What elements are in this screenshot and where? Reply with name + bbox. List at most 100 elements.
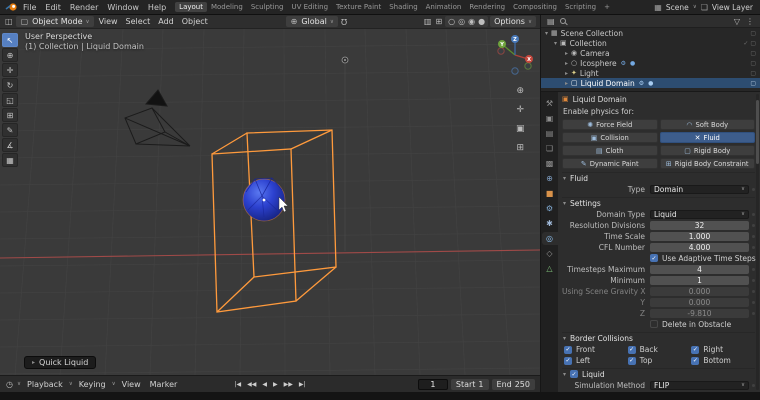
scale-tool[interactable]: ◱ xyxy=(2,93,18,107)
zoom-icon[interactable]: ⊕ xyxy=(516,86,524,96)
scrollbar-thumb[interactable] xyxy=(756,100,759,164)
menu-edit[interactable]: Edit xyxy=(41,3,65,12)
rigid-body-button[interactable]: ▢ Rigid Body xyxy=(659,145,755,156)
tab-modifiers[interactable]: ⚙ xyxy=(542,202,558,215)
transform-orientation-dropdown[interactable]: ⊕ Global ∨ xyxy=(285,16,338,27)
menu-view[interactable]: View xyxy=(96,17,121,26)
animate-dot[interactable] xyxy=(752,212,755,216)
time-scale-field[interactable]: 1.000 xyxy=(650,231,749,241)
tab-layout[interactable]: Layout xyxy=(175,2,207,12)
force-field-button[interactable]: ✺ Force Field xyxy=(562,119,658,130)
options-dropdown[interactable]: Options ∨ xyxy=(490,16,537,27)
tab-view-layer[interactable]: ❏ xyxy=(542,142,558,155)
properties-scrollbar[interactable] xyxy=(756,94,759,390)
delete-in-obstacle-checkbox[interactable] xyxy=(650,320,658,328)
tab-sculpting[interactable]: Sculpting xyxy=(247,2,288,12)
operator-panel[interactable]: ▸ Quick Liquid xyxy=(24,356,97,369)
rendered-shading-icon[interactable]: ● xyxy=(478,17,485,26)
outliner-row-icosphere[interactable]: ▸ ○ Icosphere ⚙ ● ▢ xyxy=(541,58,760,68)
tab-particles[interactable]: ✱ xyxy=(542,217,558,230)
tab-shading[interactable]: Shading xyxy=(385,2,421,12)
row-toggles[interactable]: ✓ ▢ xyxy=(743,40,756,47)
outliner-row-collection[interactable]: ▾ ▣ Collection ✓ ▢ xyxy=(541,38,760,48)
resolution-field[interactable]: 32 xyxy=(650,220,749,230)
liquid-section-header[interactable]: ▾ ✓ Liquid xyxy=(562,368,755,379)
wireframe-shading-icon[interactable]: ○ xyxy=(448,17,455,26)
jump-to-start-button[interactable]: |◀ xyxy=(235,381,242,388)
rigid-body-constraint-button[interactable]: ⊞ Rigid Body Constraint xyxy=(659,158,755,169)
fluid-section-header[interactable]: ▾ Fluid xyxy=(562,172,755,183)
camera-view-icon[interactable]: ▣ xyxy=(516,124,525,134)
menu-select[interactable]: Select xyxy=(123,17,154,26)
dynamic-paint-button[interactable]: ✎ Dynamic Paint xyxy=(562,158,658,169)
animate-dot[interactable] xyxy=(752,300,755,304)
tab-world[interactable]: ⊕ xyxy=(542,172,558,185)
collision-button[interactable]: ▣ Collision xyxy=(562,132,658,143)
cloth-button[interactable]: ▤ Cloth xyxy=(562,145,658,156)
fluid-button[interactable]: ✕ Fluid xyxy=(659,132,755,143)
animate-dot[interactable] xyxy=(752,289,755,293)
view-layer-selector[interactable]: View Layer xyxy=(712,3,753,12)
add-cube-tool[interactable]: ▦ xyxy=(2,153,18,167)
transform-tool[interactable]: ⊞ xyxy=(2,108,18,122)
liquid-enable-checkbox[interactable]: ✓ xyxy=(570,370,579,378)
search-icon[interactable] xyxy=(559,18,566,24)
animate-dot[interactable] xyxy=(752,223,755,227)
move-tool[interactable]: ✛ xyxy=(2,63,18,77)
tab-physics[interactable]: ◎ xyxy=(541,232,558,245)
axis-x-negative[interactable] xyxy=(497,47,505,55)
row-toggles[interactable]: ▢ xyxy=(750,60,756,67)
filter-options-icon[interactable]: ⋮ xyxy=(745,17,755,26)
row-toggles[interactable]: ▢ xyxy=(750,50,756,57)
breadcrumb-label[interactable]: Liquid Domain xyxy=(573,95,627,104)
back-checkbox[interactable]: ✓ xyxy=(627,345,636,354)
front-checkbox[interactable]: ✓ xyxy=(564,345,572,354)
menu-render[interactable]: Render xyxy=(66,3,102,12)
filter-funnel-icon[interactable]: ▽ xyxy=(733,17,741,26)
timesteps-max-field[interactable]: 4 xyxy=(650,264,749,274)
tab-modeling[interactable]: Modeling xyxy=(207,2,247,12)
next-keyframe-button[interactable]: ▶▶ xyxy=(284,381,293,388)
left-checkbox[interactable]: ✓ xyxy=(564,356,572,365)
jump-to-end-button[interactable]: ▶| xyxy=(299,381,306,388)
domain-type-dropdown[interactable]: Liquid ∨ xyxy=(650,209,749,219)
cursor-tool[interactable]: ⊕ xyxy=(2,48,18,62)
mode-dropdown[interactable]: ▢ Object Mode ∨ xyxy=(15,16,94,27)
adaptive-steps-checkbox[interactable]: ✓ xyxy=(650,254,658,262)
menu-add[interactable]: Add xyxy=(155,17,177,26)
current-frame-field[interactable]: 1 xyxy=(417,378,448,390)
outliner-row-liquid-domain[interactable]: ▸ ▢ Liquid Domain ⚙ ● ▢ xyxy=(541,78,760,88)
animate-dot[interactable] xyxy=(752,278,755,282)
rotate-tool[interactable]: ↻ xyxy=(2,78,18,92)
menu-window[interactable]: Window xyxy=(103,3,143,12)
animate-dot[interactable] xyxy=(752,245,755,249)
menu-file[interactable]: File xyxy=(19,3,40,12)
row-toggles[interactable]: ▢ xyxy=(750,70,756,77)
tab-animation[interactable]: Animation xyxy=(422,2,466,12)
fluid-type-dropdown[interactable]: Domain ∨ xyxy=(650,184,749,194)
tab-object-data[interactable]: △ xyxy=(542,262,558,275)
tab-uv-editing[interactable]: UV Editing xyxy=(288,2,333,12)
tab-output[interactable]: ▤ xyxy=(542,127,558,140)
animate-dot[interactable] xyxy=(752,234,755,238)
annotate-tool[interactable]: ✎ xyxy=(2,123,18,137)
menu-keying[interactable]: Keying xyxy=(76,380,109,389)
menu-object[interactable]: Object xyxy=(179,17,211,26)
axis-z-negative[interactable] xyxy=(511,67,519,75)
ortho-toggle-icon[interactable]: ⊞ xyxy=(516,143,524,153)
tab-texture-paint[interactable]: Texture Paint xyxy=(332,2,385,12)
tab-constraints[interactable]: ◇ xyxy=(542,247,558,260)
simulation-method-dropdown[interactable]: FLIP ∨ xyxy=(650,380,749,390)
menu-help[interactable]: Help xyxy=(144,3,170,12)
tab-scene[interactable]: ▩ xyxy=(542,157,558,170)
axis-y-negative[interactable] xyxy=(524,62,532,70)
outliner-row-scene-collection[interactable]: ▾ ▦ Scene Collection ▢ xyxy=(541,28,760,38)
soft-body-button[interactable]: ◠ Soft Body xyxy=(659,119,755,130)
top-checkbox[interactable]: ✓ xyxy=(627,356,636,365)
previous-keyframe-button[interactable]: ◀◀ xyxy=(247,381,256,388)
material-shading-icon[interactable]: ◉ xyxy=(468,17,475,26)
play-button[interactable]: ▶ xyxy=(273,381,278,388)
outliner-row-camera[interactable]: ▸ ◉ Camera ▢ xyxy=(541,48,760,58)
bottom-checkbox[interactable]: ✓ xyxy=(691,356,700,365)
tab-rendering[interactable]: Rendering xyxy=(465,2,509,12)
